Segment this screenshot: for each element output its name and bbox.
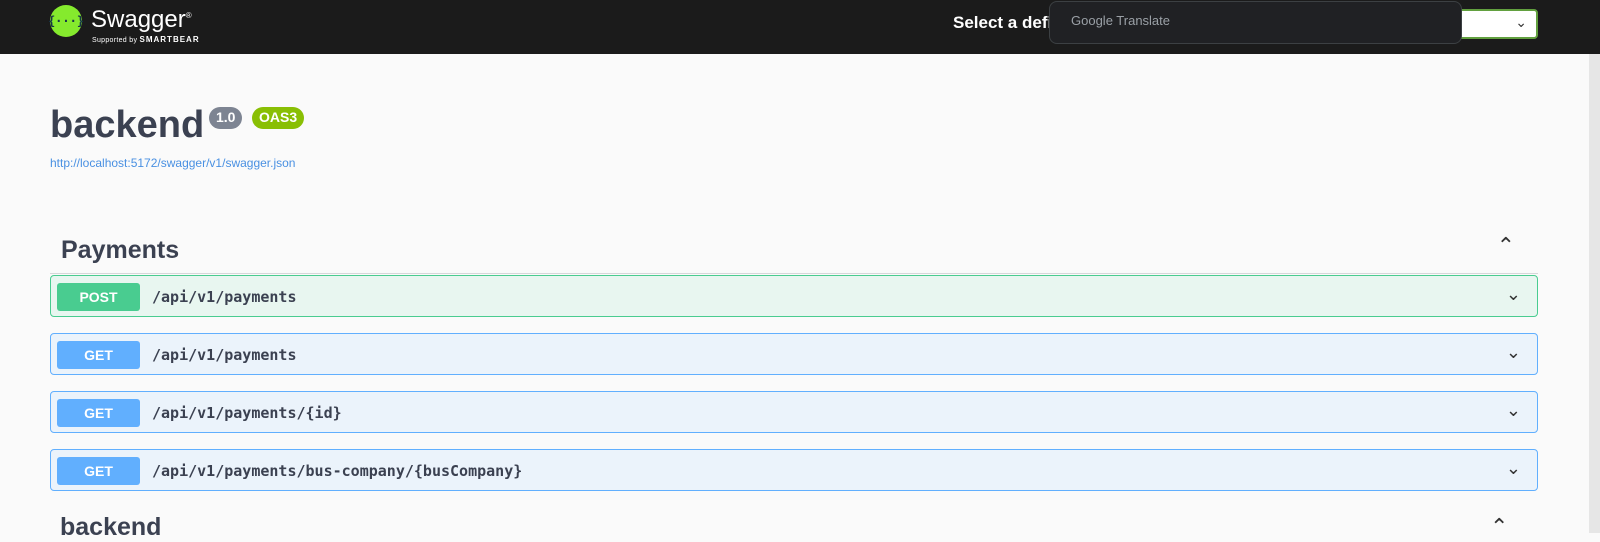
swagger-logo-icon: {···} bbox=[48, 5, 84, 37]
method-badge: GET bbox=[57, 399, 140, 427]
chevron-down-icon: ⌄ bbox=[1515, 14, 1527, 30]
google-translate-popup[interactable]: Google Translate bbox=[1049, 1, 1462, 44]
method-badge: GET bbox=[57, 341, 140, 369]
operation-path: /api/v1/payments/{id} bbox=[152, 404, 342, 422]
operation-row[interactable]: GET /api/v1/payments/{id} ⌄ bbox=[50, 391, 1538, 433]
section-title: Payments bbox=[61, 236, 180, 264]
operation-path: /api/v1/payments/bus-company/{busCompany… bbox=[152, 462, 523, 480]
trademark-mark: ® bbox=[185, 11, 192, 20]
oas-badge: OAS3 bbox=[252, 107, 305, 129]
version-badge: 1.0 bbox=[209, 107, 243, 129]
brand-text: Swagger bbox=[91, 6, 186, 33]
operation-path: /api/v1/payments bbox=[152, 288, 297, 306]
chevron-down-icon[interactable]: ⌄ bbox=[1506, 458, 1521, 479]
chevron-down-icon[interactable]: ⌄ bbox=[1506, 284, 1521, 305]
operation-path: /api/v1/payments bbox=[152, 346, 297, 364]
chevron-up-icon[interactable]: ⌃ bbox=[1497, 233, 1515, 259]
brand-sub-prefix: Supported by bbox=[92, 37, 138, 44]
section-title-backend[interactable]: backend bbox=[60, 513, 161, 542]
section-header-payments[interactable]: Payments ⌃ bbox=[50, 227, 1538, 274]
page-scrollbar[interactable] bbox=[1589, 54, 1600, 533]
chevron-up-icon[interactable]: ⌃ bbox=[1490, 514, 1508, 540]
definition-select-label: Select a definition bbox=[953, 13, 1053, 32]
api-title: backend bbox=[50, 104, 205, 146]
translate-popup-label: Google Translate bbox=[1071, 13, 1171, 28]
chevron-down-icon[interactable]: ⌄ bbox=[1506, 342, 1521, 363]
brand-name: Swagger® bbox=[91, 6, 192, 34]
operation-row[interactable]: GET /api/v1/payments/bus-company/{busCom… bbox=[50, 449, 1538, 491]
method-badge: GET bbox=[57, 457, 140, 485]
operation-row[interactable]: POST /api/v1/payments ⌄ bbox=[50, 275, 1538, 317]
operation-row[interactable]: GET /api/v1/payments ⌄ bbox=[50, 333, 1538, 375]
spec-url-link[interactable]: http://localhost:5172/swagger/v1/swagger… bbox=[50, 156, 295, 170]
definition-select[interactable]: ⌄ bbox=[1455, 9, 1538, 39]
method-badge: POST bbox=[57, 283, 140, 311]
brand-sub-company: SMARTBEAR bbox=[139, 35, 200, 44]
brand-subtitle: Supported by SMARTBEAR bbox=[92, 35, 200, 44]
chevron-down-icon[interactable]: ⌄ bbox=[1506, 400, 1521, 421]
